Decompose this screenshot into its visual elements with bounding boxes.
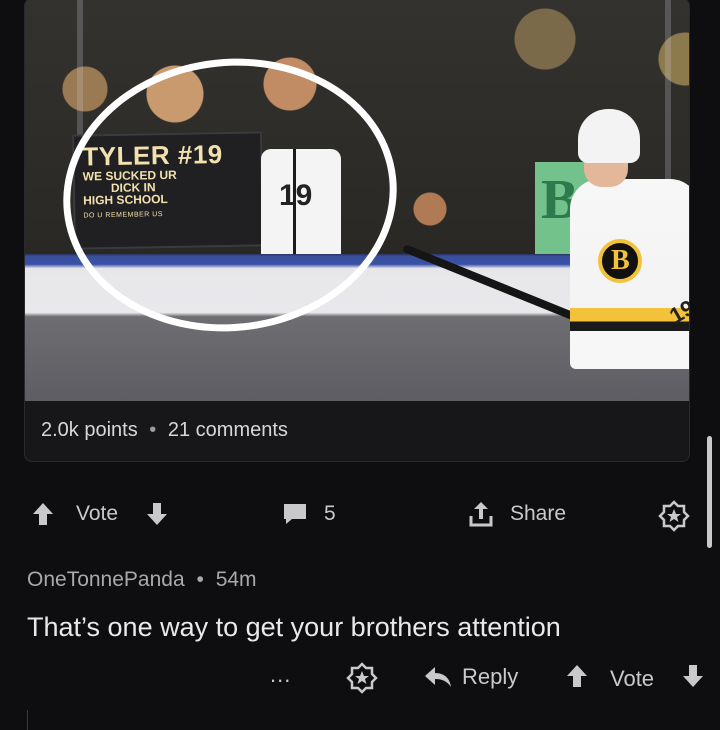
speech-bubble-icon	[282, 502, 308, 526]
downvote-button[interactable]	[146, 502, 168, 526]
reply-arrow-icon	[424, 665, 452, 689]
award-icon	[658, 500, 690, 532]
arrow-up-icon	[566, 664, 588, 688]
share-icon	[468, 500, 494, 528]
comment-award-button[interactable]	[346, 662, 378, 694]
points-count: 2.0k points	[41, 419, 138, 441]
post-card[interactable]: TYLER #19 WE SUCKED UR DICK IN HIGH SCHO…	[24, 0, 690, 462]
post-image[interactable]: TYLER #19 WE SUCKED UR DICK IN HIGH SCHO…	[25, 0, 689, 401]
meta-separator: •	[149, 419, 157, 441]
share-button[interactable]: Share	[468, 500, 566, 528]
comment-body: That’s one way to get your brothers atte…	[27, 612, 561, 642]
reply-label: Reply	[462, 664, 519, 689]
upvote-button[interactable]	[32, 502, 54, 526]
player-jersey: 19	[570, 179, 689, 369]
comment-count: 5	[324, 502, 336, 525]
comment-upvote-button[interactable]	[566, 664, 588, 688]
player-helmet	[578, 109, 640, 163]
hockey-player: 19	[570, 109, 689, 399]
comment-meta: OneTonnePanda • 54m	[27, 568, 257, 592]
arrow-down-icon	[682, 664, 704, 688]
comment-action-bar: ... Reply Vote	[0, 660, 720, 700]
comment-vote-label: Vote	[610, 666, 655, 691]
post-action-bar: Vote 5 Share	[0, 496, 720, 536]
arrow-up-icon	[32, 502, 54, 526]
comment-author[interactable]: OneTonnePanda	[27, 568, 185, 591]
comments-count[interactable]: 21 comments	[168, 419, 288, 441]
award-icon	[346, 662, 378, 694]
vote-label: Vote	[76, 502, 119, 525]
reply-button[interactable]: Reply	[424, 664, 518, 690]
arrow-down-icon	[146, 502, 168, 526]
comment-downvote-button[interactable]	[682, 664, 704, 688]
player-number: 19	[665, 294, 689, 329]
comment-meta-separator: •	[196, 568, 204, 591]
comments-button[interactable]: 5	[282, 502, 336, 526]
comment-age: 54m	[215, 568, 257, 591]
thread-line	[27, 710, 28, 730]
post-meta: 2.0k points • 21 comments	[41, 419, 288, 442]
more-options-button[interactable]: ...	[270, 662, 291, 688]
bruins-logo-icon	[598, 239, 642, 283]
share-label: Share	[510, 502, 567, 525]
award-button[interactable]	[658, 500, 690, 532]
